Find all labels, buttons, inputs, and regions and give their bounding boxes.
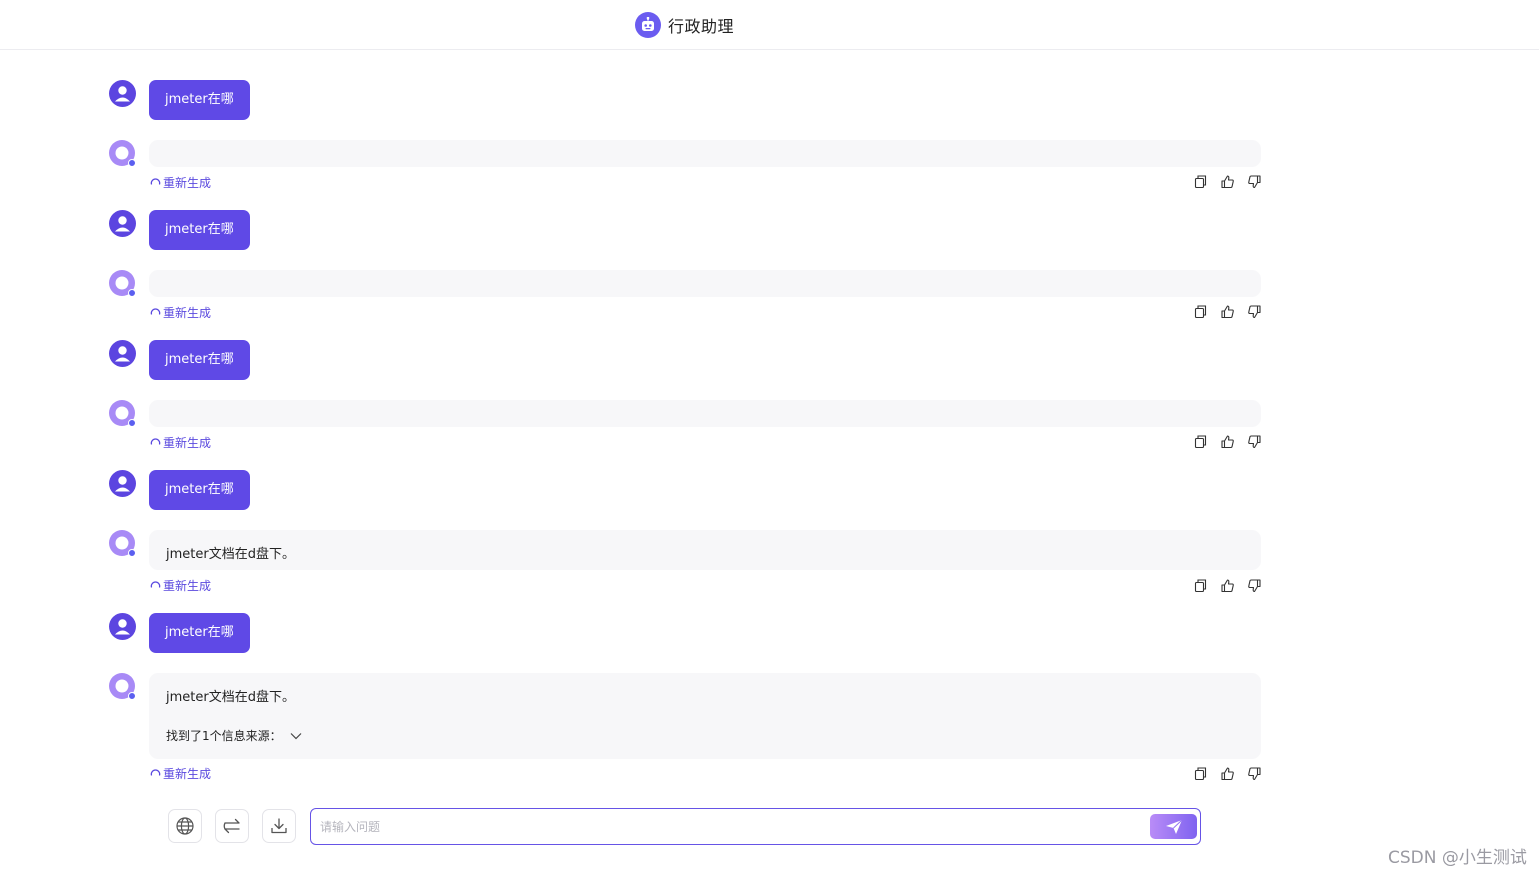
regenerate-button[interactable]: 重新生成 (150, 304, 211, 320)
user-avatar-icon (109, 80, 136, 107)
assistant-message-text: jmeter文档在d盘下。 (166, 547, 295, 562)
assistant-avatar-icon (109, 140, 137, 168)
message-actions (1193, 578, 1262, 594)
swap-icon (223, 818, 240, 834)
assistant-message: jmeter文档在d盘下。 找到了1个信息来源： (149, 673, 1261, 759)
thumbs-up-icon[interactable] (1220, 434, 1235, 449)
message-actions (1193, 304, 1262, 320)
user-avatar-icon (109, 210, 136, 237)
user-message: jmeter在哪 (149, 613, 250, 653)
thumbs-up-icon[interactable] (1220, 304, 1235, 319)
assistant-message: jmeter文档在d盘下。 (149, 530, 1261, 570)
globe-icon (176, 817, 194, 835)
regenerate-button[interactable]: 重新生成 (150, 577, 211, 593)
assistant-message (149, 270, 1261, 297)
thumbs-up-icon[interactable] (1220, 766, 1235, 781)
message-actions (1193, 766, 1262, 782)
assistant-message (149, 400, 1261, 427)
copy-icon[interactable] (1193, 304, 1208, 319)
message-actions (1193, 434, 1262, 450)
sources-label: 找到了1个信息来源： (166, 729, 282, 743)
header-title-group: 行政助理 (635, 11, 734, 39)
robot-icon (635, 12, 661, 38)
user-message: jmeter在哪 (149, 340, 250, 380)
chevron-down-icon (290, 732, 302, 739)
assistant-avatar-icon (109, 673, 137, 701)
user-avatar-icon (109, 613, 136, 640)
copy-icon[interactable] (1193, 578, 1208, 593)
regenerate-label: 重新生成 (163, 578, 212, 593)
user-message: jmeter在哪 (149, 80, 250, 120)
web-search-button[interactable] (168, 809, 202, 843)
regenerate-label: 重新生成 (163, 305, 212, 320)
download-icon (271, 818, 287, 834)
send-button[interactable] (1150, 814, 1197, 839)
refresh-icon (150, 177, 161, 185)
assistant-message (149, 140, 1261, 167)
assistant-message-text: jmeter文档在d盘下。 (166, 690, 295, 705)
copy-icon[interactable] (1193, 434, 1208, 449)
user-message: jmeter在哪 (149, 470, 250, 510)
watermark: CSDN @小生测试 (1388, 848, 1527, 868)
question-input[interactable] (320, 817, 1140, 837)
app-header: 行政助理 (0, 0, 1539, 50)
thumbs-up-icon[interactable] (1220, 174, 1235, 189)
thumbs-down-icon[interactable] (1247, 578, 1262, 593)
regenerate-label: 重新生成 (163, 175, 212, 190)
copy-icon[interactable] (1193, 766, 1208, 781)
assistant-avatar-icon (109, 270, 137, 298)
regenerate-button[interactable]: 重新生成 (150, 174, 211, 190)
composer-bar (0, 796, 1539, 872)
copy-icon[interactable] (1193, 174, 1208, 189)
thumbs-down-icon[interactable] (1247, 304, 1262, 319)
assistant-avatar-icon (109, 530, 137, 558)
regenerate-label: 重新生成 (163, 766, 212, 781)
download-button[interactable] (262, 809, 296, 843)
refresh-icon (150, 307, 161, 315)
refresh-icon (150, 437, 161, 445)
user-avatar-icon (109, 470, 136, 497)
regenerate-button[interactable]: 重新生成 (150, 765, 211, 781)
question-input-box (310, 808, 1201, 845)
regenerate-label: 重新生成 (163, 435, 212, 450)
regenerate-button[interactable]: 重新生成 (150, 434, 211, 450)
chat-area: jmeter在哪 重新生成 jmeter在哪 重新生成 jmeter在哪 重新生… (0, 51, 1539, 796)
switch-mode-button[interactable] (215, 809, 249, 843)
sources-toggle[interactable]: 找到了1个信息来源： (166, 727, 302, 744)
refresh-icon (150, 580, 161, 588)
send-icon (1165, 819, 1182, 834)
user-message: jmeter在哪 (149, 210, 250, 250)
refresh-icon (150, 768, 161, 776)
user-avatar-icon (109, 340, 136, 367)
assistant-avatar-icon (109, 400, 137, 428)
page-title: 行政助理 (668, 17, 735, 36)
thumbs-down-icon[interactable] (1247, 766, 1262, 781)
thumbs-up-icon[interactable] (1220, 578, 1235, 593)
thumbs-down-icon[interactable] (1247, 434, 1262, 449)
thumbs-down-icon[interactable] (1247, 174, 1262, 189)
message-actions (1193, 174, 1262, 190)
